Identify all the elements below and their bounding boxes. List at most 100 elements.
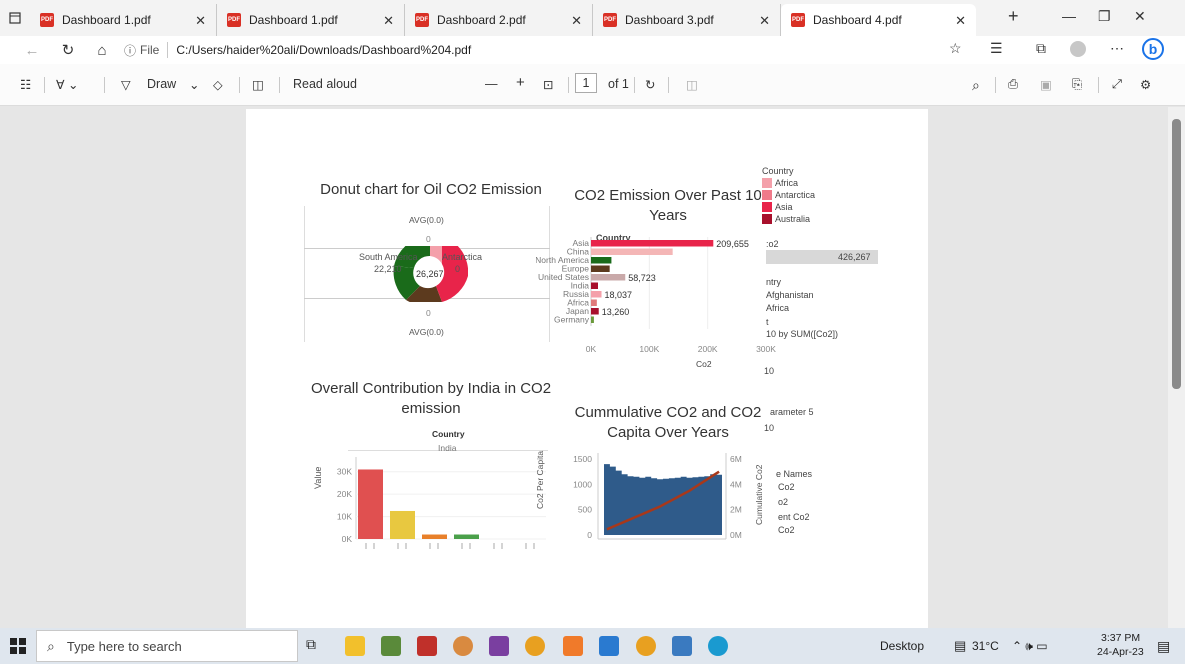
pdf-icon: PDF bbox=[791, 13, 805, 27]
tab-actions-icon bbox=[9, 12, 21, 24]
url-field[interactable]: ⓘ File C:/Users/haider%20ali/Downloads/D… bbox=[124, 42, 471, 59]
more-icon[interactable]: ⋯ bbox=[1110, 40, 1124, 57]
chevron-down-icon[interactable]: ⌄ bbox=[189, 77, 199, 92]
chrome-icon-2[interactable] bbox=[636, 636, 656, 656]
zoom-in-button[interactable]: + bbox=[516, 74, 525, 91]
search-icon[interactable]: ⌕ bbox=[972, 77, 980, 94]
pdf-toolbar: ☷ ∀ ⌄ ▽ Draw ⌄ ◇ ◫ Read aloud — + ⊡ 1 of… bbox=[0, 64, 1185, 106]
legend-item[interactable]: Antarctica bbox=[762, 189, 815, 201]
scrollbar-thumb[interactable] bbox=[1172, 119, 1181, 389]
pdf-page: Donut chart for Oil CO2 Emission AVG(0.0… bbox=[246, 109, 928, 628]
app-icon-3[interactable] bbox=[453, 636, 473, 656]
close-icon[interactable]: ✕ bbox=[759, 13, 770, 29]
app-icon-2[interactable] bbox=[417, 636, 437, 656]
tab-dashboard-1a[interactable]: PDF Dashboard 1.pdf ✕ bbox=[30, 4, 217, 36]
close-icon[interactable]: ✕ bbox=[571, 13, 582, 29]
favorites-icon[interactable]: ☰ bbox=[990, 40, 1003, 57]
india-bar bbox=[422, 534, 447, 539]
word-icon[interactable] bbox=[489, 636, 509, 656]
cumul-ylabel-right: Cumulative Co2 bbox=[754, 464, 764, 525]
tab-dashboard-2[interactable]: PDF Dashboard 2.pdf ✕ bbox=[405, 4, 593, 36]
page-number-input[interactable]: 1 bbox=[575, 73, 597, 93]
refresh-button[interactable]: ↻ bbox=[54, 41, 82, 59]
browser-window: PDF Dashboard 1.pdf ✕ PDF Dashboard 1.pd… bbox=[0, 0, 1185, 664]
india-bar bbox=[454, 534, 479, 539]
page-view-icon[interactable]: ◫ bbox=[686, 77, 698, 92]
zero-bottom: 0 bbox=[426, 308, 431, 318]
read-aloud-button[interactable]: Read aloud bbox=[293, 77, 357, 91]
file-explorer-icon[interactable] bbox=[345, 636, 365, 656]
text-icon[interactable]: ◫ bbox=[252, 77, 264, 92]
india-ylabel: Value bbox=[313, 466, 323, 489]
expand-icon[interactable]: ⤢ bbox=[1112, 77, 1122, 92]
desktop-label[interactable]: Desktop bbox=[880, 639, 924, 653]
restore-button[interactable]: ❐ bbox=[1098, 8, 1111, 25]
fit-page-icon[interactable]: ⊡ bbox=[543, 77, 553, 92]
avg-label-bottom: AVG(0.0) bbox=[409, 327, 444, 337]
contents-icon[interactable]: ☷ bbox=[20, 77, 31, 92]
scrollbar[interactable] bbox=[1168, 107, 1185, 628]
pdf-icon: PDF bbox=[227, 13, 241, 27]
save-icon[interactable]: ▣ bbox=[1040, 77, 1052, 92]
print-icon[interactable]: ⎙ bbox=[1008, 77, 1018, 92]
bar10-category-label: Germany bbox=[554, 315, 590, 325]
legend-item[interactable]: Asia bbox=[762, 201, 815, 213]
close-icon[interactable]: ✕ bbox=[195, 13, 206, 29]
draw-icon[interactable]: ▽ bbox=[121, 77, 131, 92]
tab-actions-button[interactable] bbox=[0, 0, 30, 36]
close-window-button[interactable]: ✕ bbox=[1134, 8, 1146, 25]
bar10-tick-label: 100K bbox=[639, 344, 659, 354]
divider bbox=[1098, 77, 1099, 93]
task-view-icon[interactable]: ⧉ bbox=[306, 636, 326, 656]
weather-text[interactable]: 31°C bbox=[972, 639, 999, 653]
chrome-icon[interactable] bbox=[525, 636, 545, 656]
settings-gear-icon[interactable]: ⚙ bbox=[1140, 77, 1151, 92]
cumul-right-tick: 4M bbox=[730, 479, 742, 489]
vscode-icon[interactable] bbox=[599, 636, 619, 656]
edge-icon[interactable] bbox=[708, 636, 728, 656]
zoom-out-button[interactable]: — bbox=[485, 77, 498, 91]
tab-dashboard-4[interactable]: PDF Dashboard 4.pdf ✕ bbox=[781, 4, 976, 36]
app-icon-5[interactable] bbox=[672, 636, 692, 656]
divider bbox=[44, 77, 45, 93]
divider bbox=[167, 42, 169, 58]
favorite-icon[interactable]: ☆ bbox=[949, 40, 962, 57]
highlight-icon[interactable]: ∀ ⌄ bbox=[56, 77, 79, 92]
windows-start-icon[interactable] bbox=[10, 638, 26, 654]
clock-date[interactable]: 24-Apr-23 bbox=[1097, 646, 1144, 658]
url-text: C:/Users/haider%20ali/Downloads/Dashboar… bbox=[176, 43, 472, 57]
bar10-bar bbox=[591, 291, 602, 298]
divider bbox=[104, 77, 105, 93]
clock-time[interactable]: 3:37 PM bbox=[1101, 632, 1140, 644]
legend-country-label: ntry bbox=[766, 277, 782, 287]
legend-item[interactable]: Australia bbox=[762, 213, 815, 225]
legend-item[interactable]: Africa bbox=[762, 177, 815, 189]
avatar[interactable] bbox=[1070, 41, 1086, 57]
close-icon[interactable]: ✕ bbox=[383, 13, 394, 29]
back-button[interactable]: ← bbox=[18, 42, 46, 59]
collections-icon[interactable]: ⧉ bbox=[1036, 40, 1046, 57]
draw-button[interactable]: Draw bbox=[147, 77, 176, 91]
rotate-icon[interactable]: ↻ bbox=[645, 77, 655, 92]
tray-icons[interactable]: ⌃ 🕪 ▭ bbox=[1012, 639, 1048, 654]
legend-afghanistan[interactable]: Afghanistan bbox=[766, 290, 814, 300]
close-icon[interactable]: ✕ bbox=[955, 13, 966, 29]
divider bbox=[668, 77, 669, 93]
tab-label: Dashboard 1.pdf bbox=[62, 13, 151, 27]
tab-dashboard-1b[interactable]: PDF Dashboard 1.pdf ✕ bbox=[217, 4, 405, 36]
eraser-icon[interactable]: ◇ bbox=[213, 77, 223, 92]
bing-icon[interactable]: b bbox=[1142, 38, 1164, 60]
notification-icon[interactable]: ▤ bbox=[1157, 638, 1170, 655]
save-as-icon[interactable]: ⎘ bbox=[1072, 77, 1082, 92]
measure-1: Co2 bbox=[778, 482, 795, 492]
taskbar-search[interactable]: ⌕ Type here to search bbox=[36, 630, 298, 662]
new-tab-button[interactable]: + bbox=[1008, 6, 1019, 27]
home-button[interactable]: ⌂ bbox=[88, 42, 116, 59]
tab-dashboard-3[interactable]: PDF Dashboard 3.pdf ✕ bbox=[593, 4, 781, 36]
legend-africa[interactable]: Africa bbox=[766, 303, 789, 313]
file-label: File bbox=[140, 43, 160, 57]
app-icon-1[interactable] bbox=[381, 636, 401, 656]
app-icon-4[interactable] bbox=[563, 636, 583, 656]
bar10-chart: Asia 209,655ChinaNorth AmericaEuropeUnite… bbox=[536, 237, 776, 354]
minimize-button[interactable]: — bbox=[1062, 8, 1076, 24]
